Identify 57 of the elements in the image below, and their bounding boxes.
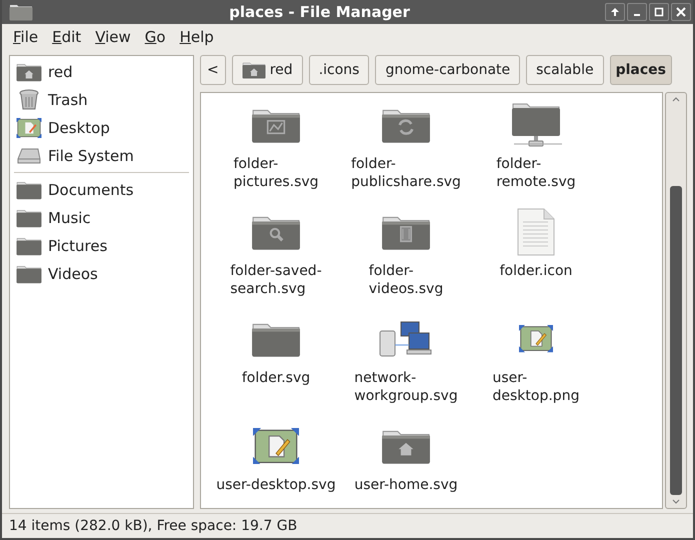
file-name[interactable]: folder.svg bbox=[242, 369, 310, 387]
file-name[interactable]: folder.icon bbox=[500, 262, 572, 280]
desktop-icon bbox=[16, 118, 42, 138]
menu-item[interactable]: Edit bbox=[47, 27, 86, 47]
hard-drive-icon bbox=[16, 147, 42, 165]
scroll-down-icon[interactable] bbox=[672, 499, 680, 504]
scroll-up-icon[interactable] bbox=[672, 97, 680, 102]
desktop-icon bbox=[519, 325, 553, 353]
maximize-button[interactable] bbox=[649, 3, 669, 21]
folder-icon bbox=[16, 208, 42, 228]
home-folder-icon bbox=[16, 62, 42, 82]
path-button[interactable]: gnome-carbonate bbox=[375, 55, 520, 85]
folder-icon bbox=[16, 180, 42, 200]
path-button[interactable]: red bbox=[232, 55, 303, 85]
status-text: 14 items (282.0 kB), Free space: 19.7 GB bbox=[9, 518, 298, 534]
raise-button[interactable] bbox=[605, 3, 625, 21]
sidebar-item[interactable]: File System bbox=[10, 142, 193, 170]
file-name[interactable]: user- desktop.png bbox=[492, 369, 580, 405]
file-name[interactable]: folder- pictures.svg bbox=[233, 155, 319, 191]
menu-item[interactable]: Go bbox=[140, 27, 171, 47]
network-folder-icon bbox=[510, 101, 562, 149]
file-name[interactable]: folder-saved- search.svg bbox=[230, 262, 322, 298]
folder-icon bbox=[16, 236, 42, 256]
sidebar-item[interactable]: Videos bbox=[10, 260, 193, 288]
minimize-button[interactable] bbox=[627, 3, 647, 21]
folder-icon bbox=[8, 3, 34, 21]
maximize-icon bbox=[654, 7, 664, 17]
file-name[interactable]: network- workgroup.svg bbox=[354, 369, 458, 405]
menu-item[interactable]: File bbox=[8, 27, 44, 47]
desktop-icon bbox=[253, 428, 299, 464]
sidebar-item[interactable]: Music bbox=[10, 204, 193, 232]
document-icon bbox=[516, 208, 556, 256]
network-computers-icon bbox=[379, 321, 433, 357]
file-name[interactable]: folder- remote.svg bbox=[496, 155, 576, 191]
sidebar-item[interactable]: Pictures bbox=[10, 232, 193, 260]
menu-item[interactable]: View bbox=[90, 27, 136, 47]
sidebar-item[interactable]: Desktop bbox=[10, 114, 193, 142]
file-name[interactable]: user-home.svg bbox=[354, 476, 458, 494]
window-title: places - File Manager bbox=[228, 3, 411, 21]
folder-icon bbox=[16, 264, 42, 284]
minimize-icon bbox=[634, 14, 640, 16]
menu-item[interactable]: Help bbox=[174, 27, 219, 47]
scrollbar[interactable] bbox=[665, 92, 687, 509]
file-name[interactable]: folder- videos.svg bbox=[368, 262, 444, 298]
home-folder-icon bbox=[242, 60, 266, 80]
path-button[interactable]: .icons bbox=[308, 55, 370, 85]
sidebar-item[interactable]: red bbox=[10, 58, 193, 86]
close-icon bbox=[676, 7, 686, 17]
sidebar-item[interactable]: Documents bbox=[10, 176, 193, 204]
sidebar-item[interactable]: Trash bbox=[10, 86, 193, 114]
file-name[interactable]: folder- publicshare.svg bbox=[351, 155, 461, 191]
close-button[interactable] bbox=[671, 3, 691, 21]
back-button[interactable]: < bbox=[200, 55, 226, 85]
path-button[interactable]: scalable bbox=[526, 55, 604, 85]
arrow-up-icon bbox=[610, 7, 620, 17]
path-button[interactable]: places bbox=[610, 55, 672, 85]
file-name[interactable]: user-desktop.svg bbox=[216, 476, 336, 494]
